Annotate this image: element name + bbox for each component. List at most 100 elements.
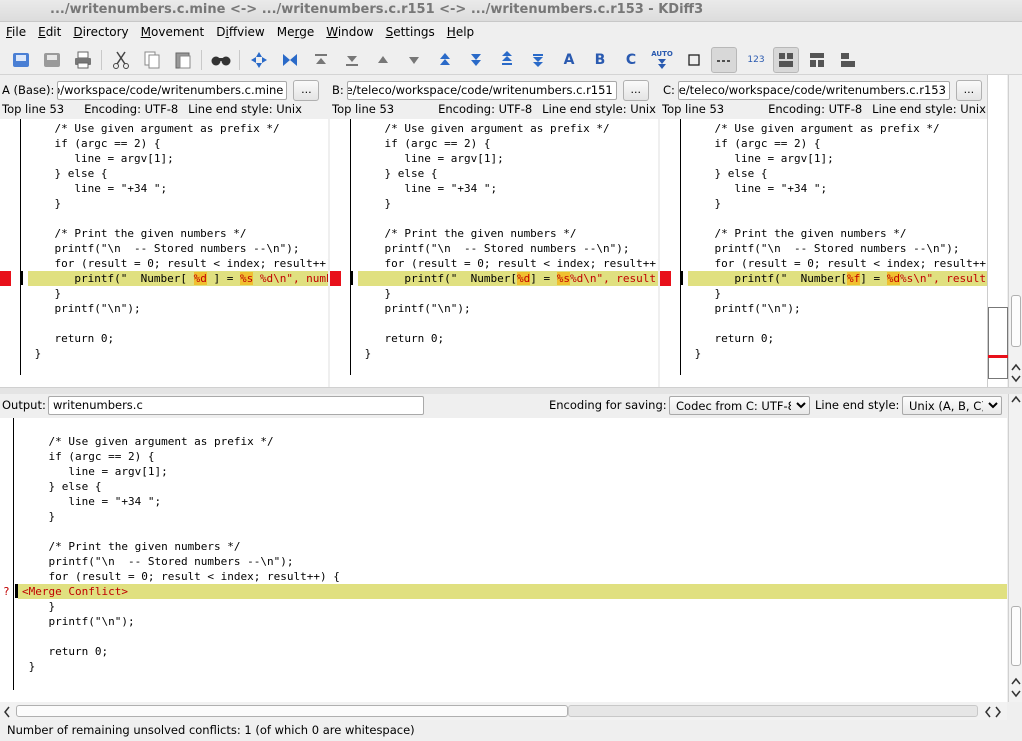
- menu-diffview[interactable]: Diffview: [210, 22, 271, 44]
- goto-first-unsolved-icon[interactable]: [494, 47, 520, 73]
- horizontal-scrollbar[interactable]: [0, 702, 1007, 720]
- line-end-style-label: Line end style:: [815, 398, 900, 412]
- source-b-browse-button[interactable]: ...: [622, 79, 649, 101]
- code-line: }: [358, 347, 372, 360]
- paste-icon[interactable]: [170, 47, 196, 73]
- code-lines: /* Use given argument as prefix */ if (a…: [358, 121, 658, 361]
- code-line: /* Use given argument as prefix */: [358, 122, 610, 135]
- overview-icon[interactable]: [804, 47, 830, 73]
- conflict-marker: [330, 271, 341, 286]
- scroll-down-icon[interactable]: [1010, 375, 1022, 383]
- scrollbar-thumb[interactable]: [1011, 295, 1021, 347]
- show-whitespace-chars-icon[interactable]: [681, 47, 707, 73]
- current-delta-indicator: [680, 271, 683, 285]
- code-line: }: [28, 287, 62, 300]
- source-b-path-field[interactable]: ne/teleco/workspace/code/writenumbers.c.…: [346, 80, 617, 100]
- scroll-left-icon[interactable]: [984, 706, 992, 718]
- goto-last-conflict-icon[interactable]: [463, 47, 489, 73]
- line-end: Line end style: Unix: [188, 102, 302, 116]
- source-a-browse-button[interactable]: ...: [293, 79, 320, 101]
- code-line: }: [358, 197, 392, 210]
- code-line: printf("\n");: [28, 302, 141, 315]
- copy-icon[interactable]: [139, 47, 165, 73]
- code-line: }: [28, 197, 62, 210]
- line-end: Line end style: Unix: [542, 102, 656, 116]
- code-line: printf("\n -- Stored numbers --\n");: [688, 242, 960, 255]
- scroll-left-icon[interactable]: [3, 706, 11, 718]
- code-line: return 0;: [22, 645, 109, 658]
- source-a-path-field[interactable]: o/workspace/code/writenumbers.c.mine: [57, 80, 288, 100]
- code-line: } else {: [28, 167, 108, 180]
- new-icon[interactable]: [8, 47, 34, 73]
- scroll-up-icon[interactable]: [1010, 363, 1022, 371]
- code-lines: /* Use given argument as prefix */ if (a…: [28, 121, 328, 361]
- overview-viewport[interactable]: [988, 307, 1008, 379]
- line-end-select[interactable]: Unix (A, B, C): [902, 396, 1002, 415]
- current-delta-indicator: [350, 271, 353, 285]
- conflict-line: printf(" Number[%d] = %s%d\n", result, l…: [358, 272, 658, 285]
- conflict-line: printf(" Number[%f] = %d%s\n", result, l…: [688, 272, 987, 285]
- goto-prev-delta-icon[interactable]: [308, 47, 334, 73]
- gutter-line: [350, 119, 351, 375]
- code-line: /* Print the given numbers */: [22, 540, 241, 553]
- encoding-select[interactable]: Codec from C: UTF-8: [669, 396, 810, 415]
- menu-settings[interactable]: Settings: [380, 22, 441, 44]
- goto-first-conflict-icon[interactable]: [432, 47, 458, 73]
- code-line: }: [22, 600, 56, 613]
- show-line-numbers-icon[interactable]: 123: [743, 47, 769, 73]
- split-view-icon[interactable]: [773, 47, 799, 73]
- scroll-up-icon[interactable]: [1010, 395, 1022, 403]
- select-c-icon[interactable]: C: [618, 47, 644, 73]
- code-line: return 0;: [358, 332, 445, 345]
- output-vertical-scrollbar[interactable]: [1008, 394, 1022, 702]
- goto-first-delta-icon[interactable]: [277, 47, 303, 73]
- source-c-browse-button[interactable]: ...: [955, 79, 982, 101]
- diff-pane-b[interactable]: /* Use given argument as prefix */ if (a…: [330, 119, 658, 387]
- splitter[interactable]: [0, 387, 1022, 394]
- show-whitespace-icon[interactable]: [711, 47, 737, 73]
- select-a-icon[interactable]: A: [556, 47, 582, 73]
- overview-strip[interactable]: [987, 75, 1008, 387]
- menu-help[interactable]: Help: [441, 22, 480, 44]
- goto-next-conflict-icon[interactable]: [401, 47, 427, 73]
- window-layout-icon[interactable]: [835, 47, 861, 73]
- find-icon[interactable]: [208, 47, 234, 73]
- goto-prev-conflict-icon[interactable]: [370, 47, 396, 73]
- goto-last-unsolved-icon[interactable]: [525, 47, 551, 73]
- encoding: Encoding: UTF-8: [768, 102, 863, 116]
- code-line: }: [28, 347, 42, 360]
- merge-conflict-line[interactable]: <Merge Conflict>: [22, 584, 340, 599]
- scroll-right-icon[interactable]: [994, 706, 1002, 718]
- encoding-for-saving-label: Encoding for saving:: [549, 398, 667, 412]
- scrollbar-thumb[interactable]: [16, 705, 568, 717]
- menu-movement[interactable]: Movement: [135, 22, 211, 44]
- menu-file[interactable]: File: [0, 22, 32, 44]
- scroll-up-icon[interactable]: [1010, 677, 1022, 685]
- menu-edit[interactable]: Edit: [32, 22, 67, 44]
- code-line: line = argv[1];: [688, 152, 834, 165]
- scrollbar-thumb[interactable]: [1011, 606, 1021, 666]
- top-line: Top line 53: [2, 102, 65, 116]
- goto-current-delta-icon[interactable]: [246, 47, 272, 73]
- goto-next-delta-icon[interactable]: [339, 47, 365, 73]
- encoding: Encoding: UTF-8: [438, 102, 533, 116]
- code-line: } else {: [358, 167, 438, 180]
- select-b-icon[interactable]: B: [587, 47, 613, 73]
- cut-icon[interactable]: [108, 47, 134, 73]
- print-icon[interactable]: [70, 47, 96, 73]
- scroll-down-icon[interactable]: [1010, 690, 1022, 698]
- diff-pane-c[interactable]: /* Use given argument as prefix */ if (a…: [660, 119, 987, 387]
- output-filename-field[interactable]: writenumbers.c: [48, 396, 424, 415]
- code-line: } else {: [688, 167, 768, 180]
- merge-output-pane[interactable]: ? /* Use given argument as prefix */ if …: [0, 418, 1007, 702]
- save-icon[interactable]: [39, 47, 65, 73]
- menu-merge[interactable]: Merge: [271, 22, 320, 44]
- code-line: for (result = 0; result < index; result+…: [688, 257, 987, 270]
- diff-pane-a[interactable]: /* Use given argument as prefix */ if (a…: [0, 119, 328, 387]
- automatic-merge-icon[interactable]: AUTO: [649, 47, 675, 73]
- top-vertical-scrollbar[interactable]: [1008, 75, 1022, 387]
- menu-directory[interactable]: Directory: [67, 22, 134, 44]
- menu-window[interactable]: Window: [320, 22, 379, 44]
- code-line: printf("\n -- Stored numbers --\n");: [28, 242, 300, 255]
- source-c-path-field[interactable]: ne/teleco/workspace/code/writenumbers.c.…: [677, 80, 950, 100]
